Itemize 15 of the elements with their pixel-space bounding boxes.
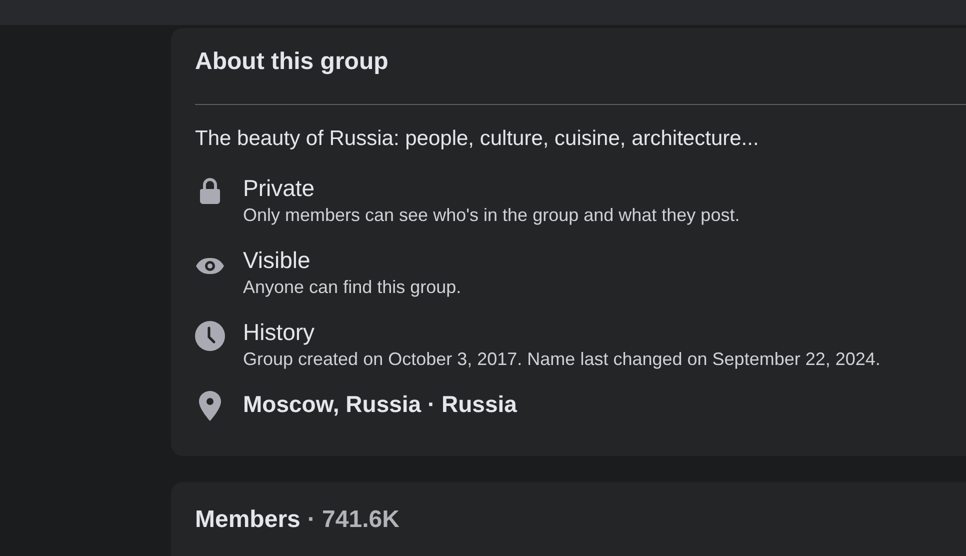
clock-title: History [243,318,316,347]
clock-detail: Group created on October 3, 2017. Name last changed on September 22, 2024. [243,348,880,371]
eye-icon [195,257,225,275]
eye-detail: Anyone can find this group. [243,276,462,299]
eye-title: Visible [243,246,312,275]
location-text: Moscow, Russia · Russia [243,390,517,419]
section-title: Members [195,506,300,534]
group-description: The beauty of Russia: people, culture, cuisine, architecture... [195,126,760,152]
clock-icon [195,321,225,351]
member-count: · 741.6K [307,506,400,534]
lock-icon [198,177,222,205]
lock-title: Private [243,174,316,203]
lock-detail: Only members can see who's in the group and what they post. [243,204,740,227]
location-pin-icon [198,390,222,422]
card-title: About this group [195,47,390,77]
